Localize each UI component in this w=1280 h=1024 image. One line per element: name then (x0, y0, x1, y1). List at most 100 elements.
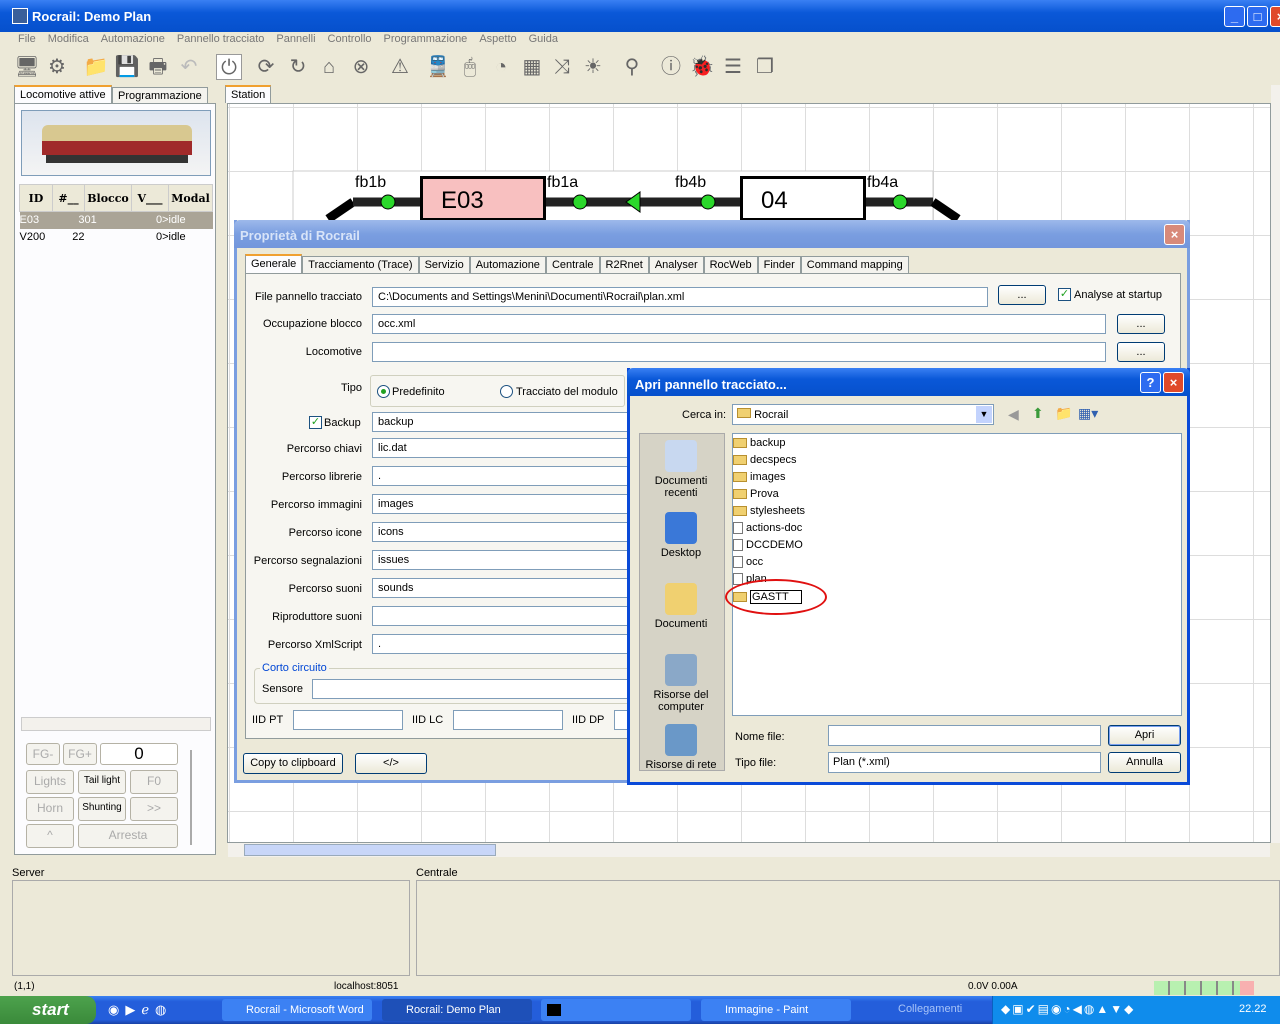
file-pannello-input[interactable]: C:\Documents and Settings\Menini\Documen… (372, 287, 988, 307)
task-word[interactable]: Rocrail - Microsoft Word (222, 999, 372, 1021)
stop-icon[interactable]: ⊗ (348, 54, 374, 80)
warning-icon[interactable]: ⚠ (387, 54, 413, 80)
task-cmd[interactable] (541, 999, 691, 1021)
maximize-button[interactable]: □ (1247, 6, 1268, 27)
light-icon[interactable]: ☀ (580, 54, 606, 80)
menu-pannelli[interactable]: Pannelli (276, 33, 315, 45)
info-icon[interactable]: ⓘ (658, 54, 684, 80)
print-icon[interactable]: 🖶 (145, 54, 171, 80)
file-item[interactable]: Prova (733, 488, 779, 500)
settings-icon[interactable]: ⚙ (44, 54, 70, 80)
menu-modifica[interactable]: Modifica (48, 33, 89, 45)
shuffle-icon[interactable]: ⤨ (549, 54, 575, 80)
menu-programmazione[interactable]: Programmazione (384, 33, 468, 45)
file-item[interactable]: decspecs (733, 454, 796, 466)
horn-button[interactable]: Horn (26, 797, 74, 821)
tab-tracciamento[interactable]: Tracciamento (Trace) (302, 256, 419, 273)
pages-icon[interactable]: ❐ (752, 54, 778, 80)
lights-button[interactable]: Lights (26, 770, 74, 794)
tab-centrale[interactable]: Centrale (545, 256, 600, 273)
task-paint[interactable]: Immagine - Paint (701, 999, 851, 1021)
immagini-input[interactable]: images (372, 494, 632, 514)
start-button[interactable]: start (0, 996, 96, 1024)
table-row[interactable]: V200 22 0> idle (20, 229, 213, 246)
place-desktop[interactable]: Desktop (642, 512, 720, 559)
col-blocco[interactable]: Blocco (84, 184, 132, 212)
shunting-button[interactable]: Shunting (78, 797, 126, 821)
browse-occ-button[interactable]: ... (1117, 314, 1165, 334)
locomotive-input[interactable] (372, 342, 1106, 362)
tab-r2rnet[interactable]: R2Rnet (599, 256, 649, 273)
open-close-button[interactable]: × (1163, 372, 1184, 393)
loco-table-hscrollbar[interactable] (21, 717, 211, 731)
backup-input[interactable]: backup (372, 412, 632, 432)
radio-predefinito[interactable] (377, 385, 390, 398)
direction-button[interactable]: ^ (26, 824, 74, 848)
librerie-input[interactable]: . (372, 466, 632, 486)
back-icon[interactable]: ◀ (1008, 406, 1019, 423)
grid-icon[interactable]: ▦ (519, 54, 545, 80)
place-documenti[interactable]: Documenti (642, 583, 720, 630)
nome-input[interactable] (828, 725, 1101, 746)
reset-icon[interactable]: ↻ (285, 54, 311, 80)
block-e03[interactable]: E03 (420, 176, 546, 221)
tab-rocweb[interactable]: RocWeb (703, 256, 758, 273)
stop-button[interactable]: Arresta (78, 824, 178, 848)
speed-slider[interactable] (190, 750, 204, 845)
iid-lc-input[interactable] (453, 710, 563, 730)
plan-hscrollbar[interactable] (228, 843, 1270, 857)
place-computer[interactable]: Risorse del computer (642, 654, 720, 713)
open-icon[interactable]: 📁 (83, 54, 109, 80)
occupazione-input[interactable]: occ.xml (372, 314, 1106, 334)
file-item[interactable]: occ (733, 556, 763, 568)
tab-finder[interactable]: Finder (757, 256, 801, 273)
menu-controllo[interactable]: Controllo (328, 33, 372, 45)
file-item[interactable]: actions-doc (733, 522, 802, 534)
file-item[interactable]: backup (733, 437, 785, 449)
mouse-icon[interactable]: 🖱 (457, 54, 483, 80)
browse-loco-button[interactable]: ... (1117, 342, 1165, 362)
menu-file[interactable]: File (18, 33, 36, 45)
cerca-select[interactable]: Rocrail ▼ (732, 404, 994, 425)
list-icon[interactable]: ☰ (720, 54, 746, 80)
close-button[interactable]: × (1270, 6, 1280, 27)
copy-clipboard-button[interactable]: Copy to clipboard (243, 753, 343, 774)
xmlscript-input[interactable]: . (372, 634, 632, 654)
riproduttore-input[interactable] (372, 606, 632, 626)
iid-pt-input[interactable] (293, 710, 403, 730)
sync-icon[interactable]: ⟳ (253, 54, 279, 80)
menu-automazione[interactable]: Automazione (101, 33, 165, 45)
backup-checkbox[interactable]: ✓ (309, 416, 322, 429)
tipo-select[interactable]: Plan (*.xml) (828, 752, 1101, 773)
file-list[interactable] (732, 433, 1182, 716)
apri-button[interactable]: Apri (1108, 725, 1181, 746)
forward-button[interactable]: >> (130, 797, 178, 821)
help-button[interactable]: ? (1140, 372, 1161, 393)
quicklaunch-icons[interactable]: ◉▶ℯ◍ (108, 1002, 172, 1018)
segnalazioni-input[interactable]: issues (372, 550, 632, 570)
menu-aspetto[interactable]: Aspetto (479, 33, 516, 45)
fg-minus-button[interactable]: FG- (26, 743, 60, 765)
chiavi-input[interactable]: lic.dat (372, 438, 632, 458)
plan-vscrollbar[interactable] (1271, 85, 1280, 843)
block-04[interactable]: 04 (740, 176, 866, 221)
task-rocrail[interactable]: Rocrail: Demo Plan (382, 999, 532, 1021)
tail-light-button[interactable]: Tail light (78, 770, 126, 794)
col-v[interactable]: V___ (131, 184, 169, 212)
server-icon[interactable]: 🖥 (14, 54, 40, 80)
save-icon[interactable]: 💾 (114, 54, 140, 80)
search-icon[interactable]: ⚲ (619, 54, 645, 80)
place-network[interactable]: Risorse di rete (642, 724, 720, 771)
analyse-checkbox[interactable]: ✓ (1058, 288, 1071, 301)
tab-generale[interactable]: Generale (245, 254, 303, 273)
suoni-input[interactable]: sounds (372, 578, 632, 598)
xml-button[interactable]: </> (355, 753, 427, 774)
icone-input[interactable]: icons (372, 522, 632, 542)
sensore-input[interactable] (312, 679, 632, 699)
tray-icons[interactable]: ◆▣✔▤◉◔◀◍▲▼◆ (1001, 1002, 1135, 1016)
properties-close-button[interactable]: × (1164, 224, 1185, 245)
tab-programmazione[interactable]: Programmazione (112, 87, 208, 103)
tab-analyser[interactable]: Analyser (648, 256, 704, 273)
new-folder-icon[interactable]: 📁 (1055, 405, 1072, 422)
minimize-button[interactable]: _ (1224, 6, 1245, 27)
